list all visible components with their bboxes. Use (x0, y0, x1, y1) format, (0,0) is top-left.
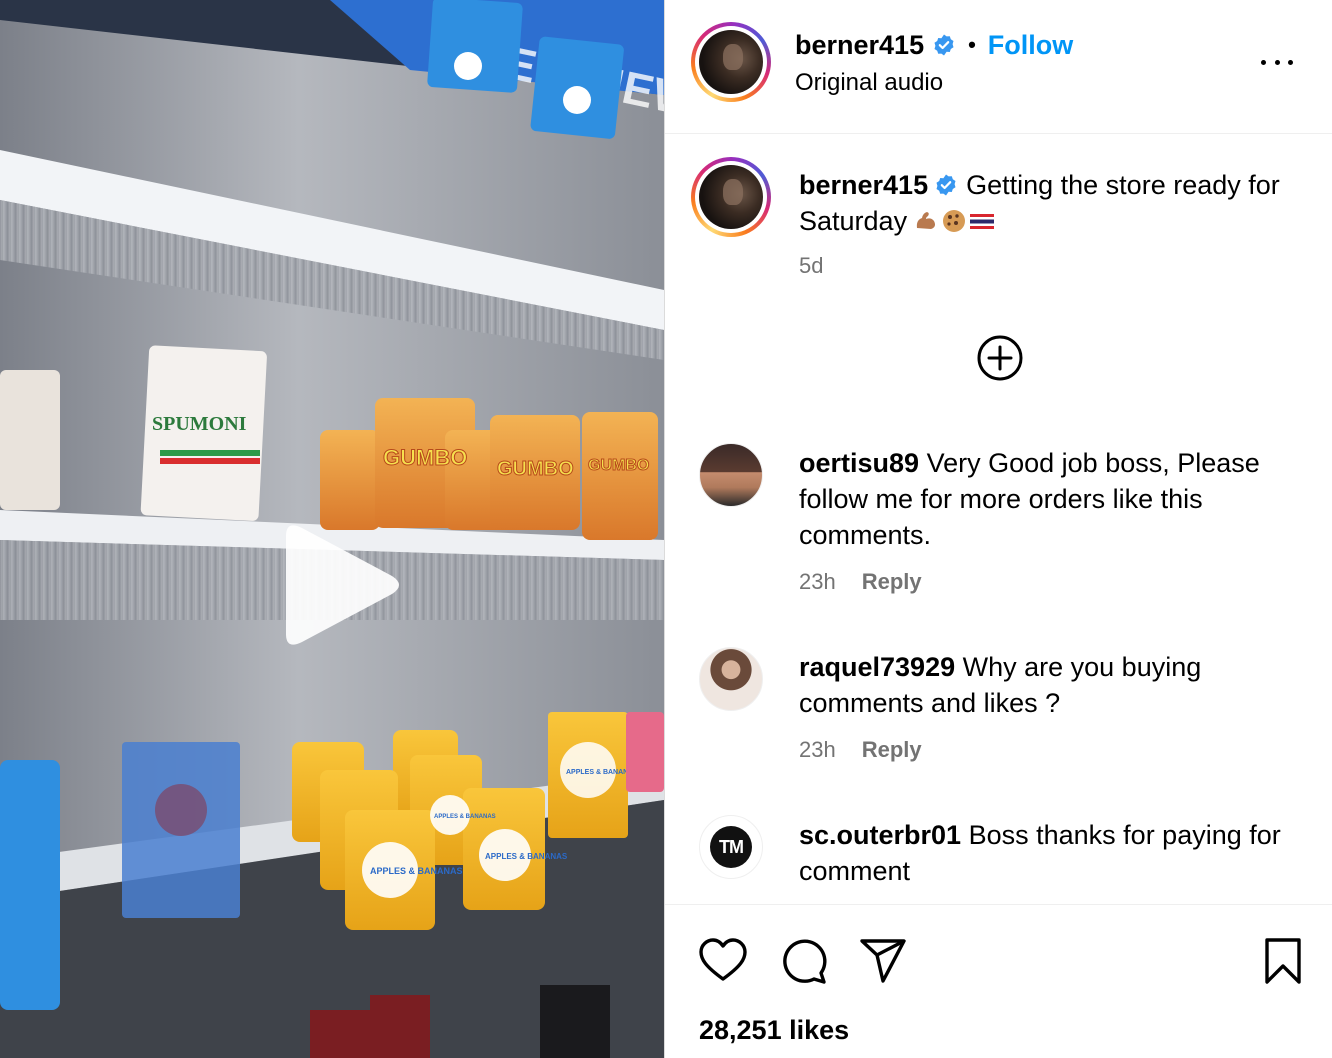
author-avatar[interactable] (691, 22, 771, 102)
comment-bubble-icon[interactable] (777, 935, 829, 987)
product-label-spumoni: SPUMONI (152, 413, 247, 435)
separator-dot: • (968, 32, 976, 57)
caption-emojis (913, 208, 995, 234)
product-label-apples-bananas-1: APPLES & BANANAS (370, 866, 463, 876)
commenter-username[interactable]: raquel73929 (799, 652, 955, 682)
product-label-apples-bananas-3: APPLES & BANANAS (434, 814, 496, 820)
product-label-gumbo-3: GUMBO (588, 457, 649, 474)
commenter-username[interactable]: oertisu89 (799, 448, 919, 478)
comments-section[interactable]: berner415 Getting the store ready for Sa… (665, 135, 1332, 903)
flexed-biceps-icon (916, 212, 936, 229)
commenter-avatar[interactable] (699, 647, 763, 711)
avatar-logo: TM (710, 826, 752, 868)
comment-text: oertisu89 Very Good job boss, Please fol… (799, 445, 1299, 553)
commenter-username[interactable]: sc.outerbr01 (799, 820, 961, 850)
post-header: berner415 • Follow Original audio (665, 0, 1332, 134)
verified-badge-icon (934, 34, 954, 56)
author-line: berner415 • Follow (795, 28, 1073, 62)
verified-badge-icon (936, 174, 956, 196)
more-options-icon[interactable] (1257, 50, 1297, 74)
reply-button[interactable]: Reply (862, 569, 922, 595)
commenter-avatar[interactable]: TM (699, 815, 763, 879)
load-more-comments-icon[interactable] (975, 333, 1025, 383)
caption-author-avatar[interactable] (691, 157, 771, 237)
bookmark-icon[interactable] (1257, 935, 1309, 987)
comment-meta: 23h Reply (799, 569, 922, 595)
post-sidebar: berner415 • Follow Original audio berner… (664, 0, 1332, 1058)
comment-meta: 23h Reply (799, 737, 922, 763)
follow-button[interactable]: Follow (988, 28, 1073, 62)
product-label-apples-bananas-2: APPLES & BANANAS (485, 852, 568, 861)
commenter-avatar[interactable] (699, 443, 763, 507)
product-label-gumbo-2: GUMBO (497, 458, 574, 480)
product-label-gumbo-1: GUMBO (383, 445, 467, 470)
post-actions: 28,251 likes (665, 904, 1332, 1058)
instagram-post-page: NEW NEW SPUMONI GUMBO GUMBO GUMBO APPLES… (0, 0, 1332, 1058)
likes-count[interactable]: 28,251 likes (699, 1015, 849, 1046)
caption-timestamp[interactable]: 5d (799, 253, 823, 279)
post-video[interactable]: NEW NEW SPUMONI GUMBO GUMBO GUMBO APPLES… (0, 0, 664, 1058)
comment-text: sc.outerbr01 Boss thanks for paying for … (799, 817, 1299, 889)
heart-icon[interactable] (697, 935, 749, 987)
comment-timestamp[interactable]: 23h (799, 737, 836, 763)
audio-label[interactable]: Original audio (795, 66, 943, 100)
comment-timestamp[interactable]: 23h (799, 569, 836, 595)
author-username[interactable]: berner415 (795, 28, 924, 62)
thailand-flag-icon (970, 214, 995, 229)
comment-text: raquel73929 Why are you buying comments … (799, 649, 1299, 721)
reply-button[interactable]: Reply (862, 737, 922, 763)
caption-username[interactable]: berner415 (799, 170, 928, 200)
play-icon[interactable] (272, 520, 402, 650)
cookie-icon (943, 210, 966, 232)
paper-plane-icon[interactable] (857, 935, 909, 987)
caption-text: berner415 Getting the store ready for Sa… (799, 167, 1299, 239)
